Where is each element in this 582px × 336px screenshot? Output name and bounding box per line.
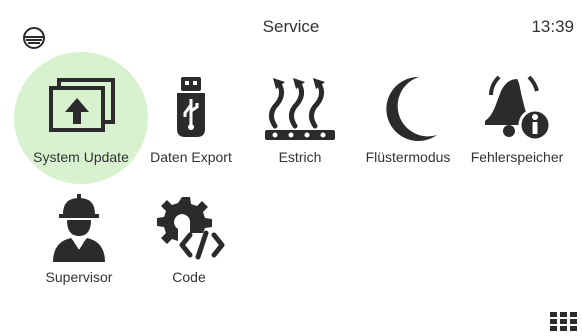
header-bar: Service 13:39 — [0, 0, 582, 50]
tile-code[interactable]: Code — [134, 182, 244, 292]
tile-fehlerspeicher[interactable]: Fehlerspeicher — [462, 60, 572, 170]
usb-icon — [136, 68, 246, 148]
tile-system-update[interactable]: System Update — [26, 60, 136, 170]
tile-fluestermodus[interactable]: Flüstermodus — [353, 60, 463, 170]
tile-supervisor[interactable]: Supervisor — [24, 182, 134, 292]
worker-icon — [24, 186, 134, 266]
clock: 13:39 — [531, 17, 574, 36]
floor-heating-icon — [245, 68, 355, 148]
tile-estrich[interactable]: Estrich — [245, 60, 355, 170]
tile-label: Fehlerspeicher — [470, 149, 564, 165]
page-title: Service — [262, 17, 320, 36]
tile-daten-export[interactable]: Daten Export — [136, 60, 246, 170]
gear-code-icon — [134, 186, 244, 266]
system-update-icon — [26, 68, 136, 148]
moon-icon — [353, 68, 463, 148]
menu-grid-icon[interactable] — [549, 311, 579, 331]
tile-label: Code — [172, 269, 206, 285]
bell-info-icon — [462, 68, 572, 148]
